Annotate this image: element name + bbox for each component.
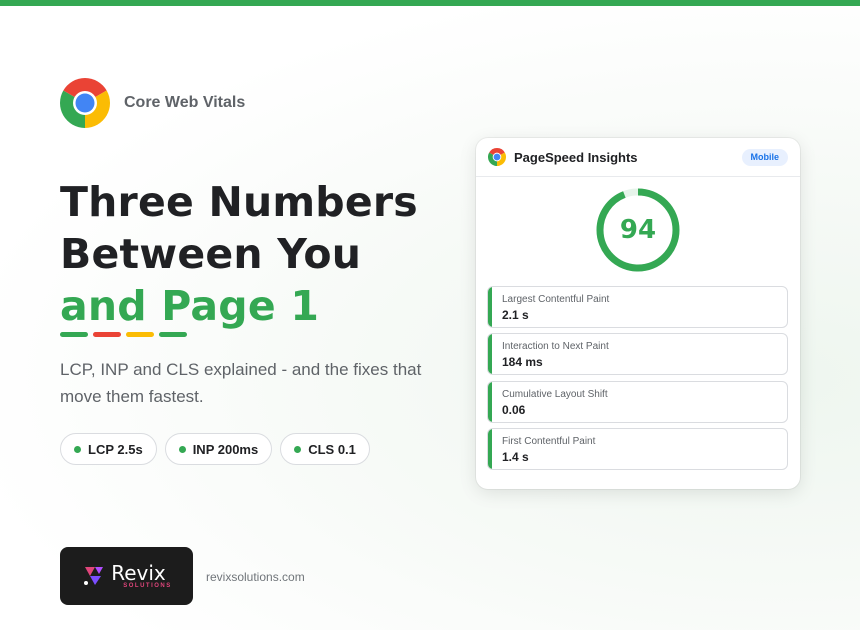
chip-inp: INP 200ms bbox=[164, 433, 273, 465]
performance-score: 94 bbox=[619, 215, 657, 245]
metric-label: Interaction to Next Paint bbox=[502, 341, 609, 352]
metric-status-bar bbox=[488, 287, 492, 327]
status-dot-icon bbox=[294, 445, 302, 453]
headline-line-1: Three Numbers bbox=[60, 178, 418, 226]
chip-label: INP 200ms bbox=[192, 441, 259, 457]
subtitle: LCP, INP and CLS explained - and the fix… bbox=[60, 360, 422, 406]
status-dot-icon bbox=[178, 445, 186, 453]
revix-mark-icon bbox=[84, 567, 104, 585]
colored-underlines bbox=[60, 332, 192, 337]
underline-green-2 bbox=[159, 332, 187, 337]
underline-yellow bbox=[126, 332, 154, 337]
metric-label: Cumulative Layout Shift bbox=[502, 389, 608, 400]
chrome-icon bbox=[60, 78, 110, 128]
metric-value: 1.4 s bbox=[502, 450, 529, 464]
chip-lcp: LCP 2.5s bbox=[60, 433, 157, 465]
metric-label: First Contentful Paint bbox=[502, 436, 596, 447]
card-title: PageSpeed Insights bbox=[514, 149, 638, 165]
metric-cls: Cumulative Layout Shift 0.06 bbox=[487, 381, 788, 423]
underline-green bbox=[60, 332, 88, 337]
metric-inp: Interaction to Next Paint 184 ms bbox=[487, 333, 788, 375]
top-accent-bar bbox=[0, 0, 860, 6]
pagespeed-card: PageSpeed Insights Mobile 94 Largest Con… bbox=[476, 138, 800, 489]
logo-text: Revix SOLUTIONS bbox=[111, 563, 172, 589]
chip-label: LCP 2.5s bbox=[88, 441, 143, 457]
brand-row: Core Web Vitals bbox=[60, 78, 245, 128]
chip-cls: CLS 0.1 bbox=[280, 433, 370, 465]
metric-value: 184 ms bbox=[502, 355, 543, 369]
logo-name: Revix bbox=[111, 561, 166, 585]
site-url[interactable]: revixsolutions.com bbox=[206, 570, 305, 584]
metric-status-bar bbox=[488, 429, 492, 469]
metric-status-bar bbox=[488, 334, 492, 374]
underline-red bbox=[93, 332, 121, 337]
metric-fcp: First Contentful Paint 1.4 s bbox=[487, 428, 788, 470]
card-header: PageSpeed Insights Mobile bbox=[476, 138, 800, 177]
revix-logo: Revix SOLUTIONS bbox=[60, 547, 193, 605]
device-badge[interactable]: Mobile bbox=[741, 149, 788, 166]
metric-value: 0.06 bbox=[502, 403, 526, 417]
headline-line-3: and Page 1 bbox=[60, 282, 320, 330]
chip-label: CLS 0.1 bbox=[308, 441, 356, 457]
metric-chips: LCP 2.5s INP 200ms CLS 0.1 bbox=[60, 433, 378, 465]
brand-label: Core Web Vitals bbox=[124, 94, 246, 111]
logo-sub: SOLUTIONS bbox=[123, 583, 172, 589]
metric-status-bar bbox=[488, 382, 492, 422]
metric-lcp: Largest Contentful Paint 2.1 s bbox=[487, 286, 788, 328]
chrome-icon bbox=[488, 148, 506, 166]
headline-line-2: Between You bbox=[60, 230, 362, 278]
headline: Three Numbers Between You and Page 1 bbox=[60, 176, 460, 332]
metric-value: 2.1 s bbox=[502, 308, 529, 322]
status-dot-icon bbox=[74, 445, 81, 453]
metric-label: Largest Contentful Paint bbox=[502, 294, 610, 305]
